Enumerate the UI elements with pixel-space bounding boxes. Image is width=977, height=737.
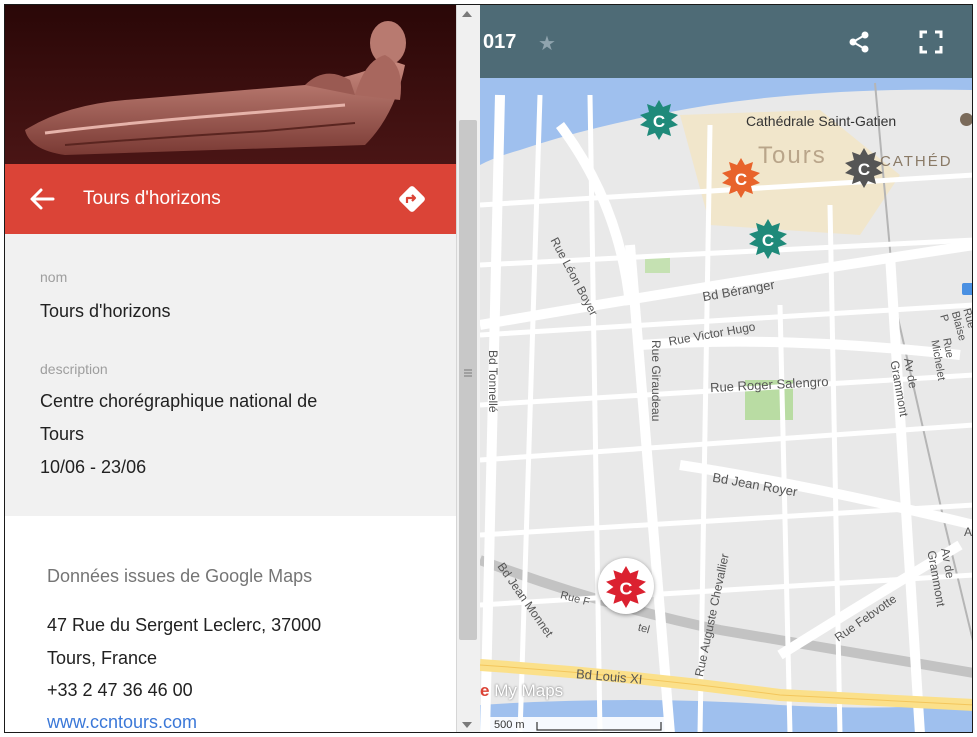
brand-label: My Maps bbox=[494, 681, 564, 700]
street-label: Bd Tonnellé bbox=[486, 350, 500, 413]
feature-photo bbox=[5, 5, 456, 164]
scroll-down-arrow-icon[interactable] bbox=[462, 722, 472, 728]
window-frame: Tours d'horizons nom Tours d'horizons de… bbox=[4, 4, 973, 733]
svg-text:C: C bbox=[653, 112, 665, 131]
description-line: Tours bbox=[40, 424, 85, 444]
map-label-cathedral: Cathédrale Saint-Gatien bbox=[746, 113, 897, 129]
fullscreen-icon[interactable] bbox=[918, 29, 944, 55]
google-maps-info: Données issues de Google Maps 47 Rue du … bbox=[5, 516, 456, 732]
svg-text:C: C bbox=[762, 231, 774, 250]
map-marker-gray[interactable]: C bbox=[845, 148, 883, 188]
map-label-city: Tours bbox=[758, 142, 827, 169]
svg-text:C: C bbox=[620, 578, 633, 598]
scale-bar-icon bbox=[536, 722, 662, 731]
map-marker-selected[interactable]: C bbox=[606, 566, 646, 608]
brand-letter-icon: e bbox=[480, 681, 490, 700]
map-marker-teal[interactable]: C bbox=[749, 219, 787, 259]
map-header-bar: 017 ★ bbox=[480, 5, 972, 78]
feature-attributes: nom Tours d'horizons description Centre … bbox=[5, 234, 456, 516]
street-label: A bbox=[964, 525, 973, 539]
map-marker-orange[interactable]: C bbox=[722, 158, 760, 198]
share-icon[interactable] bbox=[846, 29, 872, 55]
street-label: Rue Giraudeau bbox=[649, 340, 663, 422]
grip-icon bbox=[464, 369, 472, 377]
google-maps-heading: Données issues de Google Maps bbox=[47, 566, 313, 586]
star-icon[interactable]: ★ bbox=[538, 31, 556, 56]
description-line: 10/06 - 23/06 bbox=[40, 457, 147, 477]
map-marker-teal[interactable]: C bbox=[640, 100, 678, 140]
address-line: 47 Rue du Sergent Leclerc, 37000 bbox=[47, 615, 322, 635]
scrollbar-thumb[interactable] bbox=[459, 120, 477, 640]
address-line: Tours, France bbox=[47, 648, 158, 668]
description-label: description bbox=[40, 361, 108, 377]
name-label: nom bbox=[40, 269, 68, 285]
directions-icon[interactable] bbox=[395, 182, 429, 216]
scroll-up-arrow-icon[interactable] bbox=[462, 11, 472, 17]
phone-number: +33 2 47 36 46 00 bbox=[47, 680, 193, 700]
name-value: Tours d'horizons bbox=[40, 301, 171, 321]
my-maps-brand[interactable]: e My Maps bbox=[480, 681, 563, 701]
map-view[interactable]: Cathédrale Saint-Gatien Tours CATHÉD Rue… bbox=[480, 5, 973, 732]
panel-scrollbar[interactable] bbox=[456, 5, 480, 732]
feature-title-bar: Tours d'horizons bbox=[5, 164, 456, 234]
map-title: 017 bbox=[483, 31, 517, 53]
back-arrow-icon[interactable] bbox=[27, 184, 57, 214]
scale-label: 500 m bbox=[494, 719, 525, 731]
svg-text:C: C bbox=[735, 170, 747, 189]
website-link[interactable]: www.ccntours.com bbox=[47, 712, 197, 732]
feature-title: Tours d'horizons bbox=[83, 188, 221, 209]
map-label-district: CATHÉD bbox=[880, 153, 953, 170]
feature-details-panel: Tours d'horizons nom Tours d'horizons de… bbox=[5, 5, 456, 732]
description-line: Centre chorégraphique national de bbox=[40, 391, 318, 411]
svg-text:C: C bbox=[858, 160, 870, 179]
landmark-icon bbox=[960, 113, 972, 126]
map-scale: 500 m bbox=[488, 717, 666, 732]
